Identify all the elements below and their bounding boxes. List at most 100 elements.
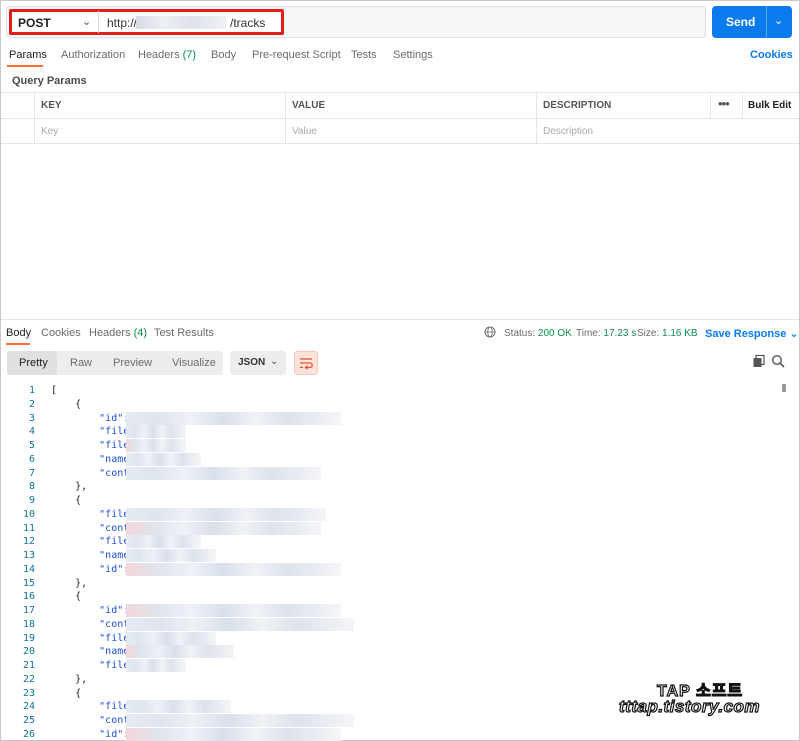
column-header-value: VALUE — [292, 100, 326, 111]
tab-test-results[interactable]: Test Results — [154, 327, 214, 339]
scrollbar[interactable] — [782, 384, 786, 392]
tab-response-cookies[interactable]: Cookies — [41, 327, 81, 339]
redacted-value — [126, 659, 186, 672]
tab-response-body[interactable]: Body — [6, 327, 31, 339]
request-bar: POST ⌄ http:// /tracks — [6, 6, 706, 38]
divider — [285, 93, 286, 118]
tab-headers[interactable]: Headers (7) — [138, 49, 196, 61]
cookies-link[interactable]: Cookies — [750, 49, 793, 61]
line-number: 9 — [28, 495, 35, 506]
code-line: "id": — [51, 412, 136, 424]
url-prefix[interactable]: http:// — [107, 16, 137, 30]
wrap-lines-button[interactable] — [294, 351, 318, 375]
line-number: 3 — [28, 412, 35, 424]
code-line: { — [51, 398, 82, 410]
chevron-down-icon[interactable]: ⌄ — [774, 14, 783, 27]
redacted-value — [126, 645, 234, 659]
view-pretty-button[interactable]: Pretty — [19, 357, 48, 369]
divider — [1, 319, 799, 320]
tab-body[interactable]: Body — [211, 49, 236, 61]
globe-icon[interactable] — [484, 326, 496, 338]
code-line: "conte — [51, 467, 136, 479]
divider — [285, 119, 286, 143]
chevron-down-icon: ⌄ — [270, 356, 279, 367]
redacted-value — [126, 507, 326, 521]
send-button[interactable]: Send ⌄ — [712, 6, 792, 38]
line-number: 26 — [22, 728, 35, 740]
line-number: 20 — [22, 646, 35, 658]
line-number: 10 — [22, 508, 35, 520]
description-input[interactable]: Description — [543, 126, 593, 137]
line-number: 25 — [22, 715, 35, 726]
line-number: 1 — [28, 385, 35, 396]
code-line: [ — [51, 385, 58, 396]
time-indicator[interactable]: Time: 17.23 s — [576, 328, 636, 339]
search-icon[interactable] — [771, 354, 785, 368]
code-line: "id": — [51, 563, 136, 575]
line-number: 21 — [22, 660, 35, 671]
view-preview-button[interactable]: Preview — [113, 357, 152, 369]
code-line: "fileN — [51, 426, 136, 438]
redacted-value — [126, 604, 341, 617]
divider — [98, 11, 99, 33]
line-number: 24 — [22, 701, 35, 713]
more-options-icon[interactable]: ••• — [718, 96, 730, 111]
bulk-edit-button[interactable]: Bulk Edit — [748, 100, 791, 111]
size-value: 1.16 KB — [662, 328, 698, 339]
method-select[interactable]: POST — [18, 16, 51, 30]
url-suffix[interactable]: /tracks — [230, 16, 265, 30]
code-line: "fileN — [51, 701, 136, 713]
view-raw-button[interactable]: Raw — [70, 357, 92, 369]
active-tab-indicator — [6, 343, 30, 345]
key-input[interactable]: Key — [41, 126, 58, 137]
status-indicator[interactable]: Status: 200 OK — [504, 328, 572, 339]
redacted-value — [126, 631, 216, 645]
headers-count: (4) — [133, 327, 148, 339]
tab-params[interactable]: Params — [9, 49, 47, 61]
code-line: "fileT — [51, 440, 136, 451]
line-number: 6 — [28, 453, 35, 465]
size-indicator[interactable]: Size: 1.16 KB — [637, 328, 698, 339]
value-input[interactable]: Value — [292, 126, 317, 137]
method-url-highlight: POST ⌄ http:// /tracks — [9, 9, 284, 35]
divider — [34, 93, 35, 118]
divider — [710, 93, 711, 118]
line-number: 16 — [22, 591, 35, 603]
code-line: }, — [51, 577, 88, 589]
tab-tests[interactable]: Tests — [351, 49, 377, 61]
code-line: "fileT — [51, 660, 136, 671]
status-label: Status: — [504, 328, 536, 339]
tab-response-headers[interactable]: Headers (4) — [89, 327, 147, 339]
code-line: { — [51, 687, 82, 699]
time-label: Time: — [576, 328, 601, 339]
divider — [766, 6, 767, 38]
line-number: 2 — [28, 398, 35, 410]
line-number: 14 — [22, 563, 35, 575]
chevron-down-icon: ⌄ — [789, 328, 799, 340]
code-line: "fileN — [51, 632, 136, 644]
tab-settings[interactable]: Settings — [393, 49, 433, 61]
active-tab-indicator — [7, 65, 43, 67]
redacted-value — [126, 549, 216, 562]
copy-icon[interactable] — [752, 354, 766, 368]
divider — [34, 119, 35, 143]
tab-pre-request-script[interactable]: Pre-request Script — [252, 49, 341, 61]
save-response-button[interactable]: Save Response ⌄ — [705, 327, 799, 340]
line-number: 5 — [28, 440, 35, 451]
redacted-value — [126, 727, 341, 741]
size-label: Size: — [637, 328, 660, 339]
column-header-key: KEY — [41, 100, 62, 111]
headers-count: (7) — [182, 49, 197, 61]
chevron-down-icon[interactable]: ⌄ — [82, 15, 91, 28]
code-line: "conte — [51, 715, 136, 726]
tab-authorization[interactable]: Authorization — [61, 49, 125, 61]
line-number: 7 — [28, 467, 35, 479]
redacted-value — [126, 452, 201, 466]
format-select[interactable]: JSON ⌄ — [230, 351, 286, 375]
code-line: "fileN — [51, 508, 136, 520]
code-line: "name" — [51, 453, 136, 465]
redacted-value — [126, 714, 354, 727]
line-number: 19 — [22, 632, 35, 644]
redacted-value — [126, 466, 321, 480]
view-visualize-button[interactable]: Visualize — [172, 357, 216, 369]
